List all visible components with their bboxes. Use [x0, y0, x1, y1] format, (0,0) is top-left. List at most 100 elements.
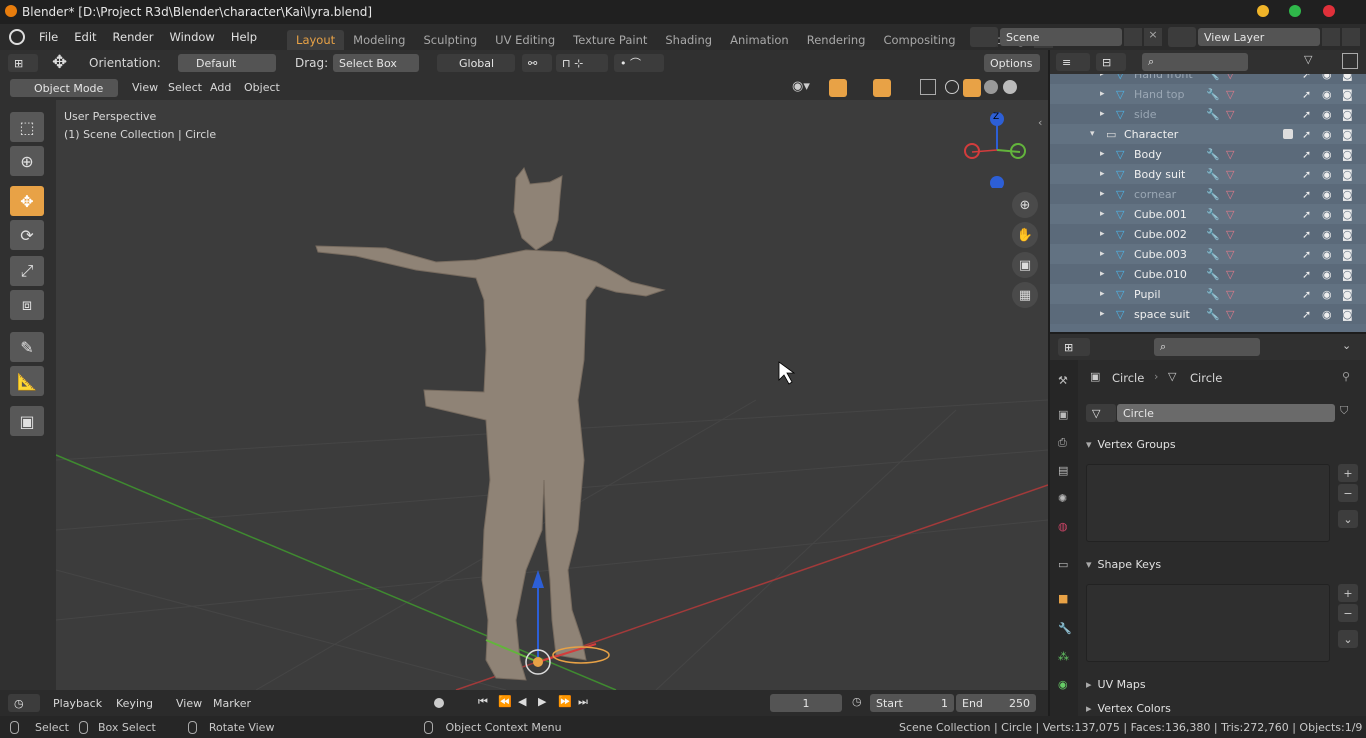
render-camera-icon[interactable]: ◙ — [1342, 308, 1353, 321]
properties-search-input[interactable]: ⌕ — [1154, 338, 1260, 356]
selectable-arrow-icon[interactable]: ➚ — [1302, 208, 1311, 221]
selectable-arrow-icon[interactable]: ➚ — [1302, 148, 1311, 161]
outliner-row[interactable]: ▾ ▭ Character ➚ ◉ ◙ — [1050, 124, 1366, 144]
add-vertex-group-button[interactable]: + — [1338, 464, 1358, 482]
menu-view[interactable]: View — [132, 81, 158, 94]
expand-arrow-icon[interactable]: ▸ — [1100, 209, 1105, 219]
world-tab-icon[interactable]: ◍ — [1058, 520, 1068, 533]
timeline-menu-playback[interactable]: Playback — [53, 697, 102, 710]
render-camera-icon[interactable]: ◙ — [1342, 148, 1353, 161]
render-camera-icon[interactable]: ◙ — [1342, 288, 1353, 301]
selectable-arrow-icon[interactable]: ➚ — [1302, 88, 1311, 101]
new-collection-icon[interactable] — [1342, 53, 1358, 69]
particles-tab-icon[interactable]: ⁂ — [1058, 650, 1069, 663]
menu-render[interactable]: Render — [105, 30, 162, 44]
selectable-arrow-icon[interactable]: ➚ — [1302, 228, 1311, 241]
menu-object[interactable]: Object — [244, 81, 280, 94]
view-layer-icon[interactable] — [1168, 27, 1196, 47]
visibility-eye-icon[interactable]: ◉ — [1322, 308, 1332, 321]
gizmo-toggle-icon[interactable] — [829, 79, 847, 97]
shading-rendered-icon[interactable] — [1003, 80, 1017, 94]
sidebar-toggle-chevron-icon[interactable]: ‹ — [1038, 116, 1042, 129]
menu-select[interactable]: Select — [168, 81, 202, 94]
visibility-eye-icon[interactable]: ◉ — [1322, 108, 1332, 121]
render-camera-icon[interactable]: ◙ — [1342, 74, 1353, 81]
outliner-row[interactable]: ▸ ▽ Cube.010 🔧 ▽ ➚ ◉ ◙ — [1050, 264, 1366, 284]
shape-keys-list[interactable] — [1086, 584, 1330, 662]
selectable-arrow-icon[interactable]: ➚ — [1302, 128, 1311, 141]
add-cube-tool-icon[interactable]: ▣ — [10, 406, 44, 436]
maximize-button[interactable] — [1289, 5, 1301, 17]
tab-modeling[interactable]: Modeling — [344, 30, 414, 50]
jump-start-icon[interactable]: ⏮ — [478, 695, 488, 709]
timeline-menu-view[interactable]: View — [176, 697, 202, 710]
minimize-button[interactable] — [1257, 5, 1269, 17]
blender-menu-icon[interactable] — [9, 29, 25, 45]
visibility-eye-icon[interactable]: ◉ — [1322, 74, 1332, 81]
visibility-eye-icon[interactable]: ◉ — [1322, 248, 1332, 261]
tool-tab-icon[interactable]: ⚒ — [1058, 374, 1068, 387]
outliner-row[interactable]: ▸ ▽ side 🔧 ▽ ➚ ◉ ◙ — [1050, 104, 1366, 124]
scene-tab-icon[interactable]: ✺ — [1058, 492, 1067, 505]
expand-arrow-icon[interactable]: ▸ — [1100, 269, 1105, 279]
shading-solid-icon[interactable] — [963, 79, 981, 97]
scale-tool-icon[interactable]: ⤢ — [10, 256, 44, 286]
visibility-eye-icon[interactable]: ◉ — [1322, 88, 1332, 101]
next-keyframe-icon[interactable]: ⏩ — [558, 695, 572, 708]
vertex-groups-list[interactable] — [1086, 464, 1330, 542]
selectable-arrow-icon[interactable]: ➚ — [1302, 108, 1311, 121]
snap-toggle[interactable]: ⊓ ⊹ — [556, 54, 608, 72]
visibility-eye-icon[interactable]: ◉ — [1322, 188, 1332, 201]
add-shape-key-button[interactable]: + — [1338, 584, 1358, 602]
physics-tab-icon[interactable]: ◉ — [1058, 678, 1068, 691]
menu-window[interactable]: Window — [161, 30, 222, 44]
render-camera-icon[interactable]: ◙ — [1342, 268, 1353, 281]
shape-keys-panel-header[interactable]: ▾ Shape Keys — [1086, 554, 1360, 574]
render-camera-icon[interactable]: ◙ — [1342, 88, 1353, 101]
expand-arrow-icon[interactable]: ▸ — [1100, 89, 1105, 99]
prev-keyframe-icon[interactable]: ⏪ — [498, 695, 512, 708]
remove-shape-key-button[interactable]: − — [1338, 604, 1358, 622]
shading-wireframe-icon[interactable] — [945, 80, 959, 94]
outliner-search-input[interactable]: ⌕ — [1142, 53, 1248, 71]
fake-user-shield-icon[interactable]: ⛉ — [1340, 404, 1348, 418]
visibility-eye-icon[interactable]: ◉ — [1322, 208, 1332, 221]
tab-sculpting[interactable]: Sculpting — [414, 30, 486, 50]
cursor-tool-icon[interactable]: ⊕ — [10, 146, 44, 176]
tab-layout[interactable]: Layout — [287, 30, 345, 50]
outliner-display-mode-icon[interactable]: ⊟ — [1096, 53, 1126, 71]
visibility-eye-icon[interactable]: ◉ — [1322, 148, 1332, 161]
view-layer-tab-icon[interactable]: ▤ — [1058, 464, 1068, 477]
modifier-tab-icon[interactable]: 🔧 — [1058, 622, 1072, 635]
expand-arrow-icon[interactable]: ▸ — [1100, 289, 1105, 299]
render-camera-icon[interactable]: ◙ — [1342, 188, 1353, 201]
selectable-arrow-icon[interactable]: ➚ — [1302, 74, 1311, 81]
shading-material-icon[interactable] — [984, 80, 998, 94]
outliner-row[interactable]: ▸ ▽ Cube.001 🔧 ▽ ➚ ◉ ◙ — [1050, 204, 1366, 224]
tab-shading[interactable]: Shading — [656, 30, 721, 50]
record-button-icon[interactable] — [434, 698, 444, 708]
properties-editor-type-icon[interactable]: ⊞ — [1058, 338, 1090, 356]
visibility-eye-icon[interactable]: ◉ — [1322, 228, 1332, 241]
orientation-dropdown[interactable]: Default — [178, 54, 276, 72]
zoom-view-icon[interactable]: ⊕ — [1012, 192, 1038, 218]
vertex-colors-panel-header[interactable]: ▸ Vertex Colors — [1086, 698, 1360, 718]
mesh-name-field[interactable]: Circle — [1117, 404, 1335, 422]
outliner-row[interactable]: ▸ ▽ cornear 🔧 ▽ ➚ ◉ ◙ — [1050, 184, 1366, 204]
outliner-row[interactable]: ▸ ▽ Hand top 🔧 ▽ ➚ ◉ ◙ — [1050, 84, 1366, 104]
outliner-row[interactable]: ▸ ▽ Body suit 🔧 ▽ ➚ ◉ ◙ — [1050, 164, 1366, 184]
select-box-tool-icon[interactable]: ⬚ — [10, 112, 44, 142]
pin-icon[interactable]: ⚲ — [1342, 370, 1350, 383]
outliner-row[interactable]: ▸ ▽ Cube.002 🔧 ▽ ➚ ◉ ◙ — [1050, 224, 1366, 244]
scene-icon[interactable] — [970, 27, 998, 47]
outliner-row[interactable]: ▸ ▽ Cube.003 🔧 ▽ ➚ ◉ ◙ — [1050, 244, 1366, 264]
scene-name-field[interactable]: Scene — [1000, 28, 1122, 46]
copy-scene-icon[interactable] — [1124, 28, 1142, 46]
timeline-editor-type-icon[interactable]: ◷ — [8, 694, 40, 712]
remove-view-layer-icon[interactable] — [1342, 28, 1360, 46]
output-tab-icon[interactable]: ⎙ — [1058, 436, 1067, 450]
timeline-menu-keying[interactable]: Keying — [116, 697, 153, 710]
render-camera-icon[interactable]: ◙ — [1342, 128, 1353, 141]
move-tool-button-icon[interactable]: ✥ — [10, 186, 44, 216]
outliner-row[interactable]: ▸ ▽ Hand front 🔧 ▽ ➚ ◉ ◙ — [1050, 74, 1366, 84]
